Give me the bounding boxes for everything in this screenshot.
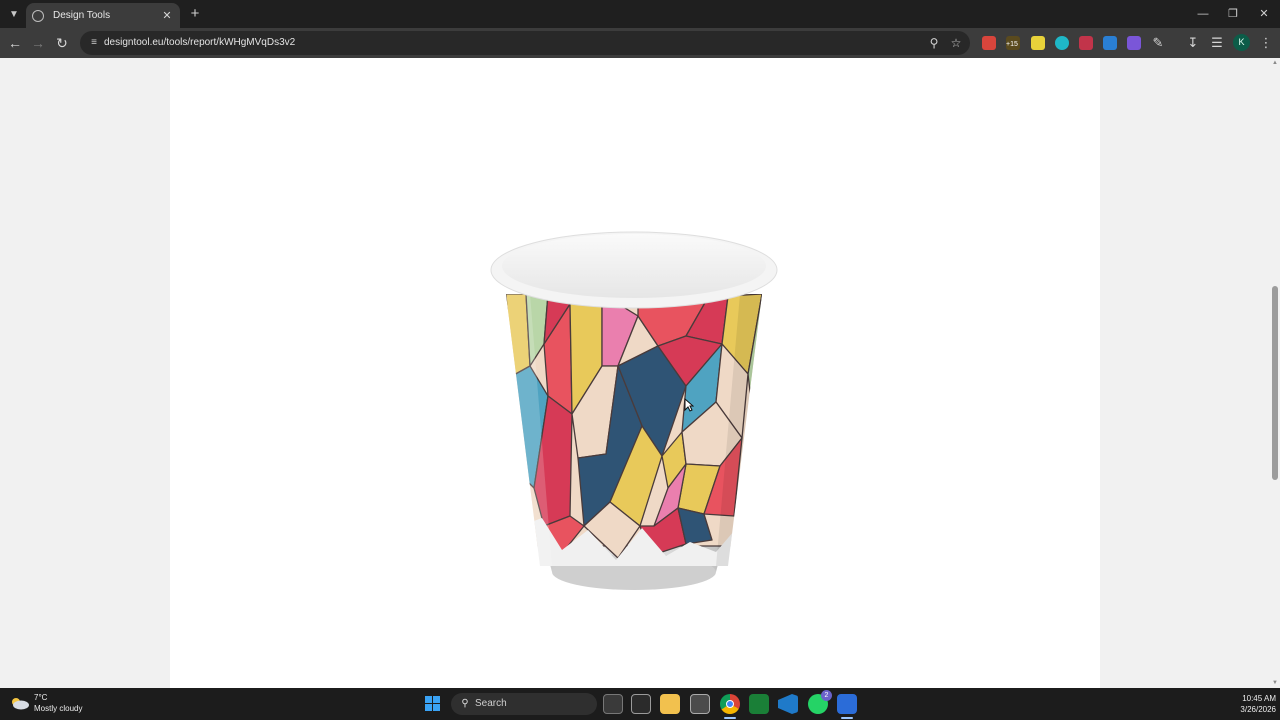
weather-temperature: 7°C: [34, 693, 48, 702]
extension-purple-icon[interactable]: [1127, 36, 1141, 50]
weather-condition: Mostly cloudy: [34, 704, 83, 713]
clock-date: 3/26/2026: [1240, 705, 1276, 714]
media-control-icon[interactable]: ☰: [1207, 33, 1227, 53]
task-view-icon[interactable]: [603, 694, 623, 714]
cup-preview-3d[interactable]: [490, 226, 780, 596]
windows-taskbar: 7°C Mostly cloudy ⚲ Search 2 10:45 AM 3/…: [0, 688, 1280, 720]
close-window-button[interactable]: ✕: [1251, 4, 1277, 24]
search-icon: ⚲: [461, 698, 469, 709]
microsoft-store-icon[interactable]: [690, 694, 710, 714]
tab-strip: ▼ Design Tools ✕ + — ❐ ✕: [0, 0, 1280, 28]
cup-opening: [502, 234, 766, 298]
site-info-icon[interactable]: ≡: [87, 36, 101, 50]
new-tab-button[interactable]: +: [186, 5, 204, 23]
extension-pink-icon[interactable]: [1079, 36, 1093, 50]
close-tab-icon[interactable]: ✕: [160, 9, 174, 22]
page-scrollbar[interactable]: ▲ ▼: [1270, 58, 1280, 688]
browser-toolbar: ← → ↻ ≡ designtool.eu/tools/report/kWHgM…: [0, 28, 1280, 58]
vscode-icon[interactable]: [778, 694, 798, 714]
tab-title: Design Tools: [53, 10, 111, 21]
chrome-icon[interactable]: [720, 694, 740, 719]
extension-blue-icon[interactable]: [1103, 36, 1117, 50]
system-clock[interactable]: 10:45 AM 3/26/2026: [1222, 693, 1276, 715]
cloud-icon: [12, 698, 29, 710]
tab-design-tools[interactable]: Design Tools ✕: [26, 3, 180, 28]
profile-avatar[interactable]: K: [1233, 34, 1250, 51]
word-icon[interactable]: [837, 694, 857, 719]
download-icon[interactable]: ↧: [1183, 33, 1203, 53]
weather-widget[interactable]: 7°C Mostly cloudy: [10, 692, 82, 714]
windows-start-icon[interactable]: [425, 696, 441, 712]
forward-button[interactable]: →: [28, 33, 48, 53]
scroll-thumb[interactable]: [1272, 286, 1278, 480]
report-card: [170, 58, 1100, 688]
reload-button[interactable]: ↻: [52, 33, 72, 53]
scroll-up-arrow-icon[interactable]: ▲: [1271, 59, 1279, 67]
extension-yellow-icon[interactable]: [1031, 36, 1045, 50]
extension-teal-icon[interactable]: [1055, 36, 1069, 50]
menu-kebab-icon[interactable]: ⋮: [1256, 33, 1276, 53]
back-button[interactable]: ←: [5, 33, 25, 53]
zoom-icon[interactable]: ⚲: [926, 35, 942, 51]
mouse-cursor-icon: [684, 397, 695, 417]
url-text[interactable]: designtool.eu/tools/report/kWHgMVqDs3v2: [104, 37, 295, 48]
notification-badge: 2: [821, 690, 832, 701]
bookmark-star-icon[interactable]: ☆: [948, 35, 964, 51]
restore-button[interactable]: ❐: [1220, 4, 1246, 24]
extension-badge-icon[interactable]: +15: [1006, 36, 1020, 50]
minimize-button[interactable]: —: [1190, 4, 1216, 24]
address-bar[interactable]: ≡ designtool.eu/tools/report/kWHgMVqDs3v…: [80, 31, 970, 55]
notepad-plus-icon[interactable]: [749, 694, 769, 714]
globe-icon: [32, 9, 44, 22]
clock-time: 10:45 AM: [1242, 694, 1276, 703]
extensions-puzzle-icon[interactable]: ✎: [1148, 33, 1168, 53]
extension-red-icon[interactable]: [982, 36, 996, 50]
tab-search-icon[interactable]: ▼: [4, 4, 24, 24]
search-label: Search: [475, 698, 507, 709]
scroll-down-arrow-icon[interactable]: ▼: [1271, 679, 1279, 687]
file-explorer-icon[interactable]: [660, 694, 680, 714]
taskbar-search[interactable]: ⚲ Search: [451, 693, 597, 715]
page-viewport: [0, 58, 1270, 688]
whatsapp-icon[interactable]: 2: [808, 690, 832, 714]
snipping-tool-icon[interactable]: [631, 694, 651, 714]
